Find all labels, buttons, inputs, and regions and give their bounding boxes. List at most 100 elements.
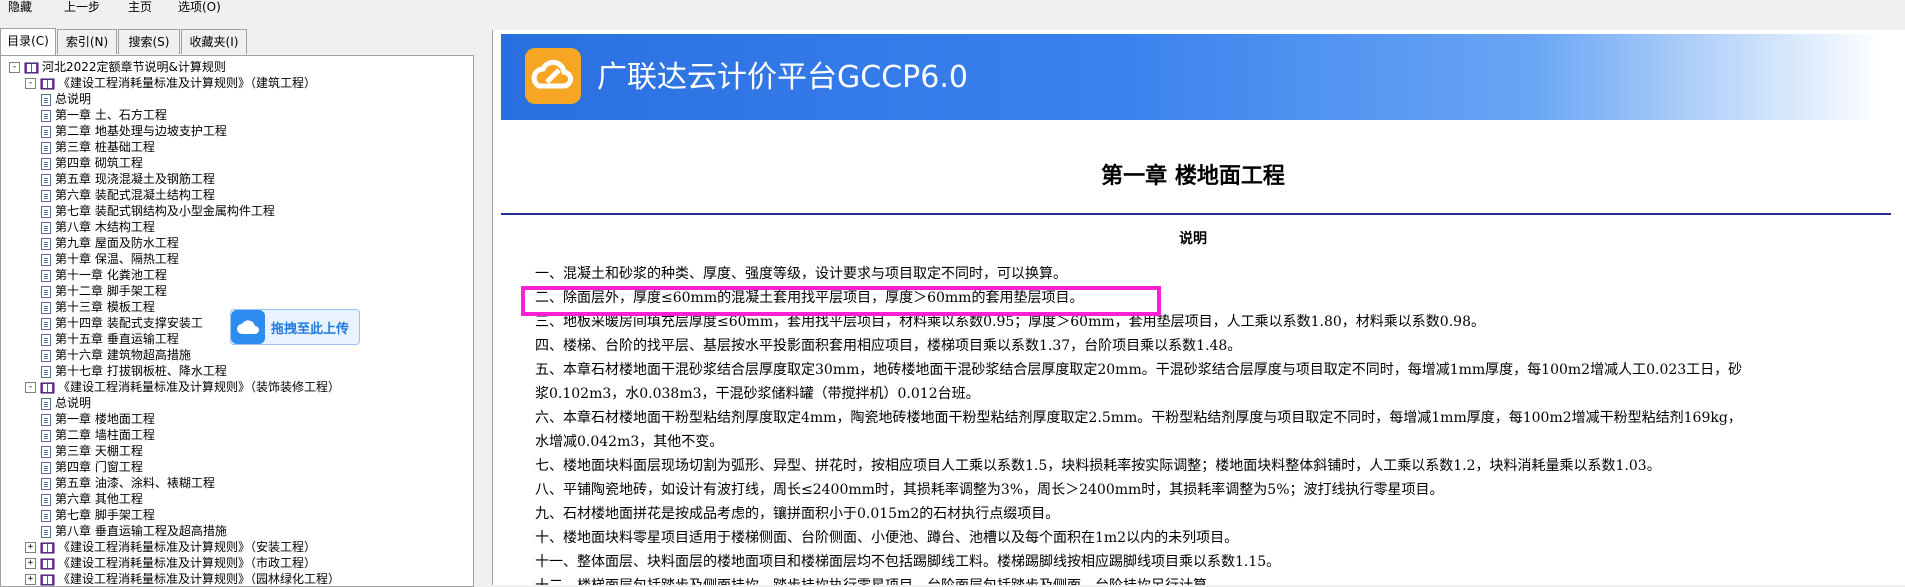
tree-item[interactable]: 第二章 地基处理与边坡支护工程 — [41, 123, 227, 139]
tree-item[interactable]: - 《建设工程消耗量标准及计算规则》（建筑工程） — [25, 75, 316, 91]
app-banner: 广联达云计价平台GCCP6.0 — [501, 34, 1881, 120]
tree-item-label: 第十六章 建筑物超高措施 — [55, 348, 191, 362]
tree-item-label: 第十七章 打拔钢板桩、降水工程 — [55, 364, 227, 378]
tree-item-label: 第十三章 模板工程 — [55, 300, 155, 314]
tree-item[interactable]: 第十一章 化粪池工程 — [41, 267, 167, 283]
drag-upload-badge[interactable]: 拖拽至此上传 — [230, 309, 360, 345]
tree-item[interactable]: 第十六章 建筑物超高措施 — [41, 347, 191, 363]
menu-hide[interactable]: 隐藏 — [8, 0, 32, 14]
tab-favorites[interactable]: 收藏夹(I) — [181, 29, 247, 54]
collapse-icon[interactable]: - — [9, 62, 20, 73]
tree-item[interactable]: - 河北2022定额章节说明&计算规则 — [9, 59, 226, 75]
page-icon — [41, 365, 51, 378]
page-icon — [41, 285, 51, 298]
tab-search[interactable]: 搜索(S) — [118, 29, 180, 54]
glodon-logo-icon — [525, 48, 581, 104]
tree-item-label: 第二章 地基处理与边坡支护工程 — [55, 124, 227, 138]
rule-text-line: 水增减0.042m3，其他不变。 — [535, 434, 724, 450]
page-icon — [41, 317, 51, 330]
tree-item[interactable]: 第十二章 脚手架工程 — [41, 283, 167, 299]
tree-item-label: 第八章 垂直运输工程及超高措施 — [55, 524, 227, 538]
tree-item[interactable]: 第八章 垂直运输工程及超高措施 — [41, 523, 227, 539]
tree-item-label: 第三章 天棚工程 — [55, 444, 143, 458]
tree-item-label: 第二章 墙柱面工程 — [55, 428, 155, 442]
rule-text-line: 浆0.102m3，水0.038m3，干混砂浆储料罐（带搅拌机）0.012台班。 — [535, 386, 980, 402]
page-icon — [41, 477, 51, 490]
tab-index[interactable]: 索引(N) — [57, 29, 117, 54]
tree-item[interactable]: 第四章 门窗工程 — [41, 459, 143, 475]
tree-item-label: 第五章 油漆、涂料、裱糊工程 — [55, 476, 215, 490]
tree-item-label: 总说明 — [55, 92, 92, 106]
expand-icon[interactable]: + — [25, 574, 36, 585]
rule-text-line: 十一、整体面层、块料面层的楼地面项目和楼梯面层均不包括踢脚线工料。楼梯踢脚线按相… — [535, 554, 1281, 570]
tree-item-label: 第四章 砌筑工程 — [55, 156, 143, 170]
tree-item-label: 第五章 现浇混凝土及钢筋工程 — [55, 172, 215, 186]
tree-item[interactable]: 第十五章 垂直运输工程 — [41, 331, 179, 347]
tree-item[interactable]: 第四章 砌筑工程 — [41, 155, 143, 171]
tree-item[interactable]: 第七章 脚手架工程 — [41, 507, 155, 523]
tree-item[interactable]: 第十章 保温、隔热工程 — [41, 251, 179, 267]
tree-item-label: 第十五章 垂直运输工程 — [55, 332, 179, 346]
page-icon — [41, 429, 51, 442]
tree-item-label: 第一章 楼地面工程 — [55, 412, 155, 426]
page-icon — [41, 445, 51, 458]
menu-bar: 隐藏 上一步 主页 选项(O) — [0, 0, 1905, 15]
book-icon — [40, 382, 55, 393]
collapse-icon[interactable]: - — [25, 78, 36, 89]
tree-item[interactable]: 第八章 木结构工程 — [41, 219, 155, 235]
tree-item[interactable]: - 《建设工程消耗量标准及计算规则》（装饰装修工程） — [25, 379, 340, 395]
tree-item-label: 总说明 — [55, 396, 92, 410]
tree-item-label: 第七章 装配式钢结构及小型金属构件工程 — [55, 204, 275, 218]
tree-item-label: 《建设工程消耗量标准及计算规则》（安装工程） — [58, 540, 317, 554]
tree-item[interactable]: 第一章 土、石方工程 — [41, 107, 167, 123]
menu-home[interactable]: 主页 — [128, 0, 152, 14]
tree-item-label: 《建设工程消耗量标准及计算规则》（装饰装修工程） — [58, 380, 341, 394]
tree-item[interactable]: + 《建设工程消耗量标准及计算规则》（安装工程） — [25, 539, 316, 555]
tree-item[interactable]: 第六章 其他工程 — [41, 491, 143, 507]
page-icon — [41, 93, 51, 106]
menu-options[interactable]: 选项(O) — [178, 0, 221, 14]
page-icon — [41, 493, 51, 506]
tree-item[interactable]: 第十三章 模板工程 — [41, 299, 155, 315]
tree-item[interactable]: 第五章 油漆、涂料、裱糊工程 — [41, 475, 215, 491]
tree-item[interactable]: 总说明 — [41, 91, 91, 107]
tree-item[interactable]: 第十七章 打拔钢板桩、降水工程 — [41, 363, 227, 379]
page-icon — [41, 269, 51, 282]
tree-item[interactable]: 第十四章 装配式支撑安装工 — [41, 315, 203, 331]
menu-back[interactable]: 上一步 — [64, 0, 100, 14]
tree-item-label: 《建设工程消耗量标准及计算规则》（市政工程） — [58, 556, 317, 570]
tree-item-label: 第三章 桩基础工程 — [55, 140, 155, 154]
tree-item[interactable]: 第五章 现浇混凝土及钢筋工程 — [41, 171, 215, 187]
tree-item[interactable]: 第三章 天棚工程 — [41, 443, 143, 459]
tree-item-label: 《建设工程消耗量标准及计算规则》（建筑工程） — [58, 76, 317, 90]
book-icon — [40, 574, 55, 585]
collapse-icon[interactable]: - — [25, 382, 36, 393]
page-icon — [41, 253, 51, 266]
tree-item-label: 第十二章 脚手架工程 — [55, 284, 167, 298]
tree-item[interactable]: 第二章 墙柱面工程 — [41, 427, 155, 443]
tree-item[interactable]: 第六章 装配式混凝土结构工程 — [41, 187, 215, 203]
tree-item[interactable]: 第七章 装配式钢结构及小型金属构件工程 — [41, 203, 275, 219]
section-title: 说明 — [1179, 231, 1207, 247]
tree-item[interactable]: + 《建设工程消耗量标准及计算规则》（市政工程） — [25, 555, 316, 571]
book-icon — [24, 62, 39, 73]
expand-icon[interactable]: + — [25, 542, 36, 553]
page-icon — [41, 349, 51, 362]
book-icon — [40, 78, 55, 89]
tree-item[interactable]: 总说明 — [41, 395, 91, 411]
tree-item-label: 第九章 屋面及防水工程 — [55, 236, 179, 250]
book-icon — [40, 542, 55, 553]
document-pane: 广联达云计价平台GCCP6.0 第一章 楼地面工程 说明 一、混凝土和砂浆的种类… — [492, 30, 1905, 585]
tree-item-label: 第十一章 化粪池工程 — [55, 268, 167, 282]
tree-item[interactable]: 第一章 楼地面工程 — [41, 411, 155, 427]
rule-text-line: 四、楼梯、台阶的找平层、基层按水平投影面积套用相应项目，楼梯项目乘以系数1.37… — [535, 338, 1242, 354]
tab-contents[interactable]: 目录(C) — [0, 28, 56, 55]
tree-item-label: 第六章 其他工程 — [55, 492, 143, 506]
page-icon — [41, 141, 51, 154]
highlight-box — [521, 286, 1161, 316]
tree-item[interactable]: 第三章 桩基础工程 — [41, 139, 155, 155]
page-icon — [41, 301, 51, 314]
expand-icon[interactable]: + — [25, 558, 36, 569]
tree-item[interactable]: 第九章 屋面及防水工程 — [41, 235, 179, 251]
title-divider — [501, 213, 1891, 215]
